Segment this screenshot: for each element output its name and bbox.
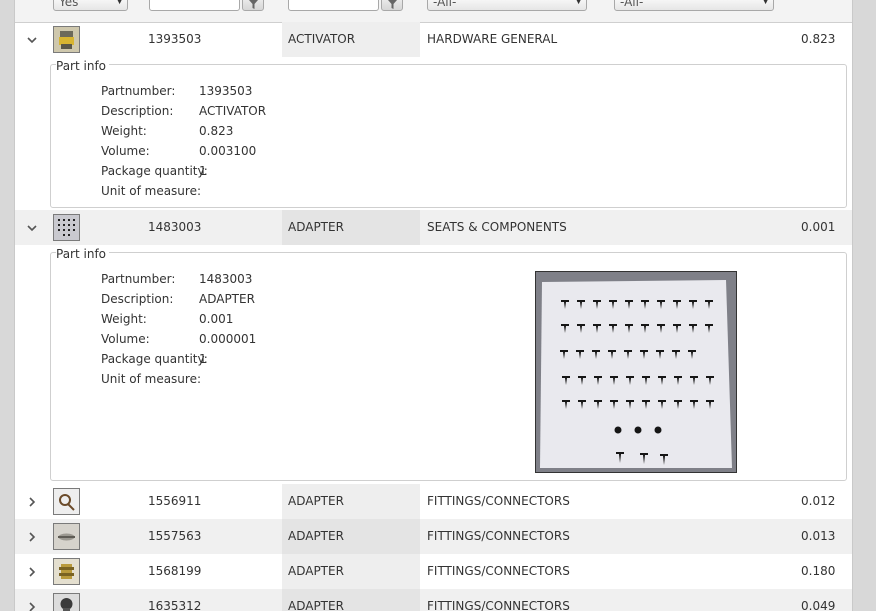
part-thumbnail xyxy=(53,26,80,53)
part-description: ADAPTER xyxy=(288,220,344,234)
chevron-right-icon[interactable] xyxy=(26,496,38,508)
part-info-panel: Part info Partnumber: 1483003 Descriptio… xyxy=(50,247,847,481)
part-description: ADAPTER xyxy=(288,564,344,578)
yes-filter-value: Yes xyxy=(59,0,79,9)
dropdown-arrow-icon: ▼ xyxy=(762,0,769,6)
table-row[interactable]: 1635312 ADAPTER FITTINGS/CONNECTORS 0.04… xyxy=(15,589,852,611)
funnel-icon xyxy=(249,0,258,9)
part-weight: 0.823 xyxy=(801,32,836,46)
part-thumbnail xyxy=(53,593,80,611)
part-number: 1556911 xyxy=(148,494,202,508)
part-weight: 0.013 xyxy=(801,529,836,543)
part-description: ADAPTER xyxy=(288,529,344,543)
yes-filter-select[interactable]: Yes ▼ xyxy=(53,0,128,11)
part-description: ACTIVATOR xyxy=(288,32,356,46)
table-row[interactable]: 1393503 ACTIVATOR HARDWARE GENERAL 0.823 xyxy=(15,22,852,57)
part-category: FITTINGS/CONNECTORS xyxy=(427,564,570,578)
table-row[interactable]: 1483003 ADAPTER SEATS & COMPONENTS 0.001 xyxy=(15,210,852,245)
part-category: FITTINGS/CONNECTORS xyxy=(427,529,570,543)
chevron-right-icon[interactable] xyxy=(26,531,38,543)
part-info-panel: Part info Partnumber: 1393503 Descriptio… xyxy=(50,59,847,208)
description-filter-button[interactable] xyxy=(381,0,403,11)
weight-filter-select[interactable]: -All- ▼ xyxy=(614,0,774,11)
part-thumbnail xyxy=(53,488,80,515)
chevron-down-icon[interactable] xyxy=(26,34,38,46)
part-thumbnail xyxy=(53,214,80,241)
part-thumbnail xyxy=(53,558,80,585)
dropdown-arrow-icon: ▼ xyxy=(116,0,123,6)
part-info-legend: Part info xyxy=(56,247,110,261)
part-photo xyxy=(535,271,737,473)
part-number: 1557563 xyxy=(148,529,202,543)
funnel-icon xyxy=(388,0,397,9)
table-row[interactable]: 1556911 ADAPTER FITTINGS/CONNECTORS 0.01… xyxy=(15,484,852,519)
part-thumbnail xyxy=(53,523,80,550)
part-weight: 0.001 xyxy=(801,220,836,234)
partnumber-filter-button[interactable] xyxy=(242,0,264,11)
table-row[interactable]: 1568199 ADAPTER FITTINGS/CONNECTORS 0.18… xyxy=(15,554,852,589)
description-filter-input[interactable] xyxy=(288,0,379,11)
part-description: ADAPTER xyxy=(288,494,344,508)
part-number: 1635312 xyxy=(148,599,202,611)
part-category: FITTINGS/CONNECTORS xyxy=(427,494,570,508)
part-number: 1568199 xyxy=(148,564,202,578)
part-info-legend: Part info xyxy=(56,59,110,73)
part-weight: 0.180 xyxy=(801,564,836,578)
chevron-right-icon[interactable] xyxy=(26,566,38,578)
part-number: 1483003 xyxy=(148,220,202,234)
weight-filter-value: -All- xyxy=(620,0,644,9)
parts-grid: Yes ▼ -All- ▼ -All- ▼ 1393503 ACTIVATOR … xyxy=(14,0,853,611)
part-category: HARDWARE GENERAL xyxy=(427,32,558,46)
table-row[interactable]: 1557563 ADAPTER FITTINGS/CONNECTORS 0.01… xyxy=(15,519,852,554)
part-category: SEATS & COMPONENTS xyxy=(427,220,567,234)
chevron-down-icon[interactable] xyxy=(26,222,38,234)
chevron-right-icon[interactable] xyxy=(26,601,38,611)
part-description: ADAPTER xyxy=(288,599,344,611)
part-weight: 0.012 xyxy=(801,494,836,508)
dropdown-arrow-icon: ▼ xyxy=(575,0,582,6)
part-weight: 0.049 xyxy=(801,599,836,611)
part-number: 1393503 xyxy=(148,32,202,46)
part-category: FITTINGS/CONNECTORS xyxy=(427,599,570,611)
category-filter-select[interactable]: -All- ▼ xyxy=(427,0,587,11)
partnumber-filter-input[interactable] xyxy=(149,0,240,11)
filter-bar: Yes ▼ -All- ▼ -All- ▼ xyxy=(15,0,852,23)
category-filter-value: -All- xyxy=(433,0,457,9)
